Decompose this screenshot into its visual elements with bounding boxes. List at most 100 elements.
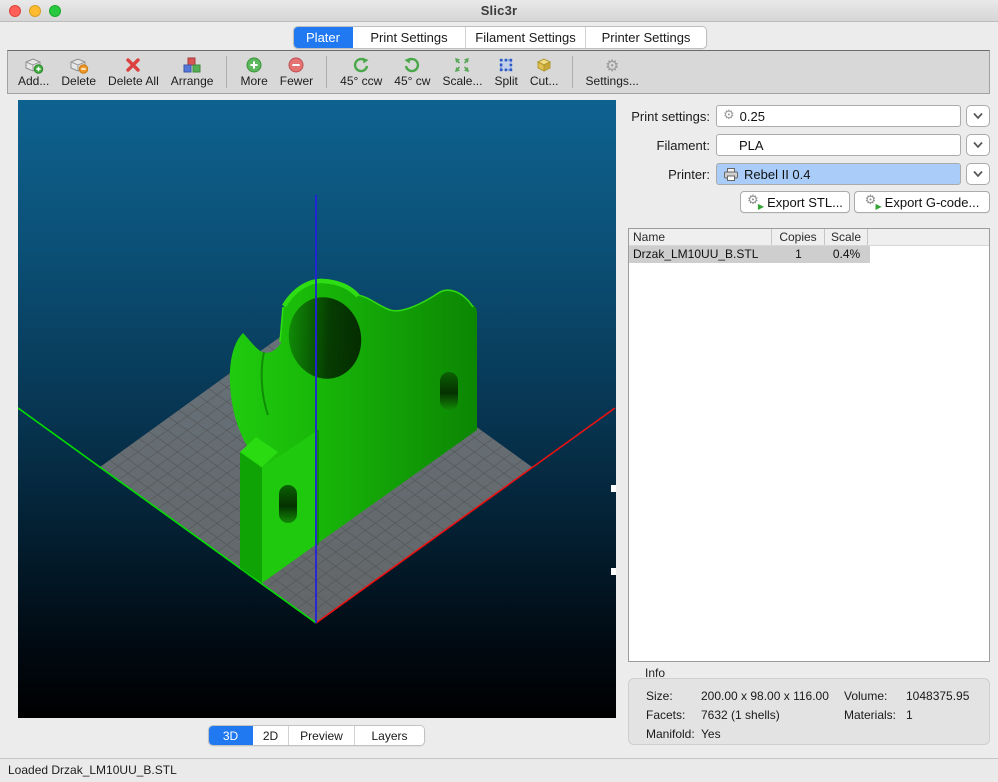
scale-button-label: Scale... bbox=[442, 75, 482, 88]
rotate-cw-button[interactable]: 45° cw bbox=[388, 55, 436, 89]
viewport-edge-mark bbox=[611, 568, 616, 575]
size-label: Size: bbox=[646, 689, 673, 703]
add-button[interactable]: Add... bbox=[12, 55, 55, 89]
printer-icon bbox=[723, 167, 739, 182]
filament-combo[interactable]: PLA bbox=[716, 134, 961, 156]
tab-preview-label: Preview bbox=[300, 729, 343, 743]
model-endcap-face bbox=[240, 452, 262, 583]
chevron-down-icon bbox=[972, 112, 984, 120]
delete-all-button-label: Delete All bbox=[108, 75, 159, 88]
export-gear-icon: ⚙▶ bbox=[865, 195, 880, 210]
manifold-label: Manifold: bbox=[646, 727, 695, 741]
status-text: Loaded Drzak_LM10UU_B.STL bbox=[8, 763, 177, 777]
tab-layers-label: Layers bbox=[371, 729, 407, 743]
window-title: Slic3r bbox=[0, 3, 998, 18]
cell-name: Drzak_LM10UU_B.STL bbox=[629, 246, 772, 263]
tab-3d[interactable]: 3D bbox=[209, 726, 253, 745]
scale-button[interactable]: Scale... bbox=[436, 55, 488, 89]
tab-print-settings[interactable]: Print Settings bbox=[353, 27, 466, 48]
tab-layers[interactable]: Layers bbox=[355, 726, 424, 745]
more-button[interactable]: More bbox=[234, 55, 273, 89]
split-button[interactable]: Split bbox=[488, 55, 523, 89]
rotate-cw-button-label: 45° cw bbox=[394, 75, 430, 88]
table-row[interactable]: Drzak_LM10UU_B.STL 1 0.4% bbox=[629, 246, 870, 263]
column-header-filler bbox=[868, 229, 989, 245]
view-mode-tab-bar: 3D 2D Preview Layers bbox=[208, 725, 425, 746]
filament-value: PLA bbox=[739, 138, 764, 153]
tab-2d-label: 2D bbox=[263, 729, 278, 743]
printer-combo[interactable]: Rebel II 0.4 bbox=[716, 163, 961, 185]
gear-icon: ⚙ bbox=[723, 108, 735, 124]
3d-viewport[interactable] bbox=[18, 100, 616, 718]
facets-value: 7632 (1 shells) bbox=[701, 708, 780, 722]
cut-button[interactable]: Cut... bbox=[524, 55, 565, 89]
materials-label: Materials: bbox=[844, 708, 896, 722]
export-gcode-button[interactable]: ⚙▶ Export G-code... bbox=[854, 191, 990, 213]
split-button-label: Split bbox=[494, 75, 517, 88]
delete-package-icon bbox=[68, 56, 89, 75]
export-stl-button[interactable]: ⚙▶ Export STL... bbox=[740, 191, 850, 213]
tab-filament-settings[interactable]: Filament Settings bbox=[466, 27, 586, 48]
chevron-down-icon bbox=[972, 170, 984, 178]
volume-label: Volume: bbox=[844, 689, 887, 703]
rotate-ccw-icon bbox=[352, 56, 370, 75]
fewer-button-label: Fewer bbox=[280, 75, 313, 88]
print-settings-label: Print settings: bbox=[625, 109, 710, 124]
scale-arrows-icon bbox=[453, 56, 471, 75]
tab-printer-settings[interactable]: Printer Settings bbox=[586, 27, 706, 48]
printer-dropdown-button[interactable] bbox=[966, 163, 990, 185]
delete-all-button[interactable]: Delete All bbox=[102, 55, 165, 89]
tab-plater[interactable]: Plater bbox=[294, 27, 353, 48]
delete-button[interactable]: Delete bbox=[55, 55, 102, 89]
tab-printer-settings-label: Printer Settings bbox=[602, 30, 691, 45]
tab-preview[interactable]: Preview bbox=[289, 726, 355, 745]
filament-dropdown-button[interactable] bbox=[966, 134, 990, 156]
facets-label: Facets: bbox=[646, 708, 685, 722]
arrange-cubes-icon bbox=[182, 56, 202, 75]
print-settings-dropdown-button[interactable] bbox=[966, 105, 990, 127]
tab-2d[interactable]: 2D bbox=[253, 726, 289, 745]
add-button-label: Add... bbox=[18, 75, 49, 88]
filament-label: Filament: bbox=[625, 138, 710, 153]
tab-plater-label: Plater bbox=[306, 30, 340, 45]
add-package-icon bbox=[23, 56, 44, 75]
settings-panel: Print settings: ⚙ 0.25 Filament: PLA Pri… bbox=[625, 100, 990, 760]
printer-label: Printer: bbox=[625, 167, 710, 182]
rotate-cw-icon bbox=[403, 56, 421, 75]
volume-value: 1048375.95 bbox=[906, 689, 969, 703]
column-header-scale[interactable]: Scale bbox=[825, 229, 868, 245]
model-slot-hole-left bbox=[279, 485, 297, 523]
tab-filament-settings-label: Filament Settings bbox=[475, 30, 575, 45]
rotate-ccw-button[interactable]: 45° ccw bbox=[334, 55, 388, 89]
cell-scale: 0.4% bbox=[825, 246, 868, 263]
toolbar-separator bbox=[572, 56, 573, 88]
column-header-copies[interactable]: Copies bbox=[772, 229, 825, 245]
materials-value: 1 bbox=[906, 708, 913, 722]
cell-copies: 1 bbox=[772, 246, 825, 263]
fewer-minus-icon bbox=[287, 56, 305, 75]
toolbar-separator bbox=[226, 56, 227, 88]
status-bar: Loaded Drzak_LM10UU_B.STL bbox=[0, 758, 998, 782]
more-button-label: More bbox=[240, 75, 267, 88]
export-stl-label: Export STL... bbox=[767, 195, 843, 210]
tab-3d-label: 3D bbox=[223, 729, 238, 743]
fewer-button[interactable]: Fewer bbox=[274, 55, 319, 89]
object-table-header: Name Copies Scale bbox=[629, 229, 989, 246]
toolbar-separator bbox=[326, 56, 327, 88]
delete-all-icon bbox=[124, 56, 142, 75]
object-table: Name Copies Scale Drzak_LM10UU_B.STL 1 0… bbox=[628, 228, 990, 662]
export-gcode-label: Export G-code... bbox=[885, 195, 980, 210]
arrange-button-label: Arrange bbox=[171, 75, 214, 88]
settings-gear-icon: ⚙ bbox=[605, 56, 619, 75]
settings-button[interactable]: ⚙ Settings... bbox=[580, 55, 645, 89]
cut-box-icon bbox=[534, 56, 554, 75]
model-slot-hole-right bbox=[440, 372, 458, 410]
more-plus-icon bbox=[245, 56, 263, 75]
main-tab-bar: Plater Print Settings Filament Settings … bbox=[293, 26, 707, 49]
viewport-edge-mark bbox=[611, 485, 616, 492]
column-header-name[interactable]: Name bbox=[629, 229, 772, 245]
arrange-button[interactable]: Arrange bbox=[165, 55, 220, 89]
cut-button-label: Cut... bbox=[530, 75, 559, 88]
print-settings-combo[interactable]: ⚙ 0.25 bbox=[716, 105, 961, 127]
printer-value: Rebel II 0.4 bbox=[744, 167, 811, 182]
